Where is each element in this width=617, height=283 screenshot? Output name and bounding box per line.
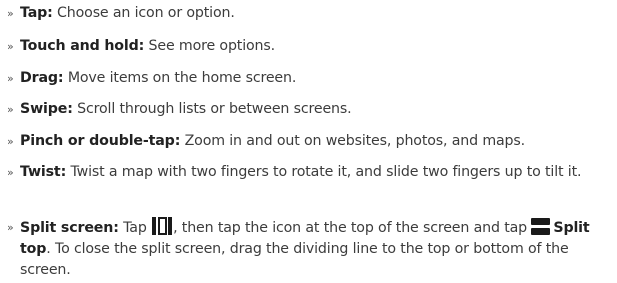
gesture-description: Twist a map with two fingers to rotate i… [70, 164, 582, 180]
recent-apps-icon [152, 217, 173, 235]
gesture-description: Choose an icon or option. [57, 5, 235, 21]
bullet: » [7, 221, 14, 234]
gesture-term: Tap: [20, 5, 53, 21]
item-text: Split screen: Tap , then tap the icon at… [20, 217, 612, 281]
split-top-icon [531, 218, 551, 235]
item-text: Swipe: Scroll through lists or between s… [20, 99, 612, 120]
bullet: » [7, 103, 14, 116]
item-text: Pinch or double-tap: Zoom in and out on … [20, 131, 612, 152]
list-item-swipe: » Swipe: Scroll through lists or between… [0, 99, 612, 120]
gesture-term: Swipe: [20, 101, 73, 117]
split-text-tap: Tap [123, 220, 147, 236]
gesture-description: See more options. [148, 38, 276, 54]
gesture-description: Move items on the home screen. [67, 70, 297, 86]
item-text: Drag: Move items on the home screen. [20, 68, 612, 89]
list-item-tap: » Tap: Choose an icon or option. [0, 3, 612, 24]
bullet: » [7, 135, 14, 148]
list-item-twist: » Twist: Twist a map with two fingers to… [0, 162, 612, 183]
bullet: » [7, 7, 14, 20]
bullet: » [7, 72, 14, 85]
list-item-touch-and-hold: » Touch and hold: See more options. [0, 36, 612, 57]
list-item-split-screen: » Split screen: Tap , then tap the icon … [0, 217, 612, 281]
bullet: » [7, 40, 14, 53]
gesture-term: Touch and hold: [20, 38, 145, 54]
gesture-term: Drag: [20, 70, 64, 86]
list-item-pinch: » Pinch or double-tap: Zoom in and out o… [0, 131, 612, 152]
split-text-end: . To close the split screen, drag the di… [20, 241, 569, 278]
list-item-drag: » Drag: Move items on the home screen. [0, 68, 612, 89]
gesture-term: Split screen: [20, 220, 119, 236]
item-text: Touch and hold: See more options. [20, 36, 612, 57]
item-text: Twist: Twist a map with two fingers to r… [20, 162, 612, 183]
gesture-term: Twist: [20, 164, 67, 180]
gesture-term: Pinch or double-tap: [20, 133, 181, 149]
split-text-middle: , then tap the icon at the top of the sc… [173, 220, 528, 236]
gesture-description: Scroll through lists or between screens. [77, 101, 352, 117]
item-text: Tap: Choose an icon or option. [20, 3, 612, 24]
bullet: » [7, 166, 14, 179]
gesture-description: Zoom in and out on websites, photos, and… [184, 133, 526, 149]
